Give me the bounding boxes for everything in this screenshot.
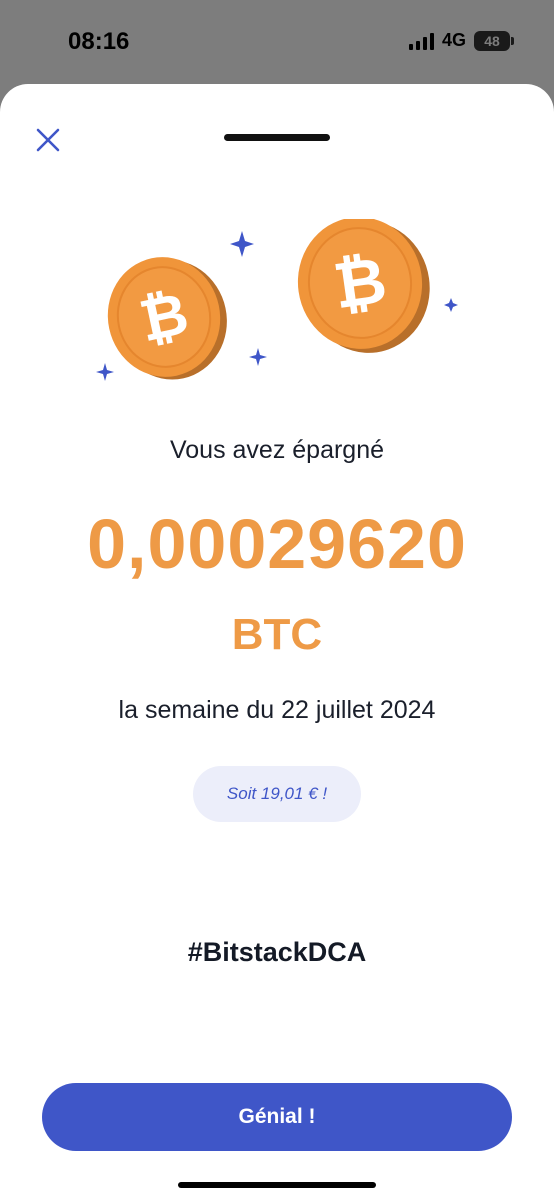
- close-button[interactable]: [30, 122, 66, 158]
- saved-amount: 0,00029620: [87, 505, 467, 583]
- saved-heading: Vous avez épargné: [169, 436, 385, 464]
- fiat-equivalent-badge: Soit 19,01 € !: [193, 766, 361, 822]
- status-bar: 08:16 4G 48: [0, 0, 554, 84]
- network-label: 4G: [441, 30, 466, 50]
- fiat-equivalent-text: Soit 19,01 € !: [226, 784, 328, 803]
- savings-sheet: ₿ ₿ Vous avez épargné 0,00029620 BTC la …: [0, 84, 554, 1200]
- sparkle-icon: [249, 348, 267, 366]
- signal-icon: [408, 32, 434, 50]
- sparkle-icon: [444, 298, 458, 312]
- sparkle-icon: [96, 363, 114, 381]
- bitcoin-coin-right-icon: ₿: [297, 219, 430, 353]
- hashtag: #BitstackDCA: [187, 937, 367, 967]
- bitcoin-coin-left-icon: ₿: [107, 257, 227, 380]
- genial-button[interactable]: Génial !: [42, 1083, 512, 1151]
- home-indicator[interactable]: [178, 1182, 376, 1188]
- close-icon: [36, 128, 60, 152]
- status-indicators: 4G 48: [408, 30, 514, 51]
- sparkle-icon: [230, 231, 254, 257]
- currency-unit: BTC: [231, 610, 323, 659]
- genial-button-label: Génial !: [238, 1105, 316, 1128]
- bitcoin-coins-illustration: ₿ ₿: [96, 219, 458, 381]
- battery-icon: 48: [474, 30, 514, 51]
- status-time: 08:16: [68, 28, 130, 55]
- battery-level: 48: [484, 32, 500, 49]
- svg-text:₿: ₿: [329, 244, 391, 323]
- sheet-grabber[interactable]: [224, 134, 330, 141]
- week-label: la semaine du 22 juillet 2024: [118, 696, 436, 724]
